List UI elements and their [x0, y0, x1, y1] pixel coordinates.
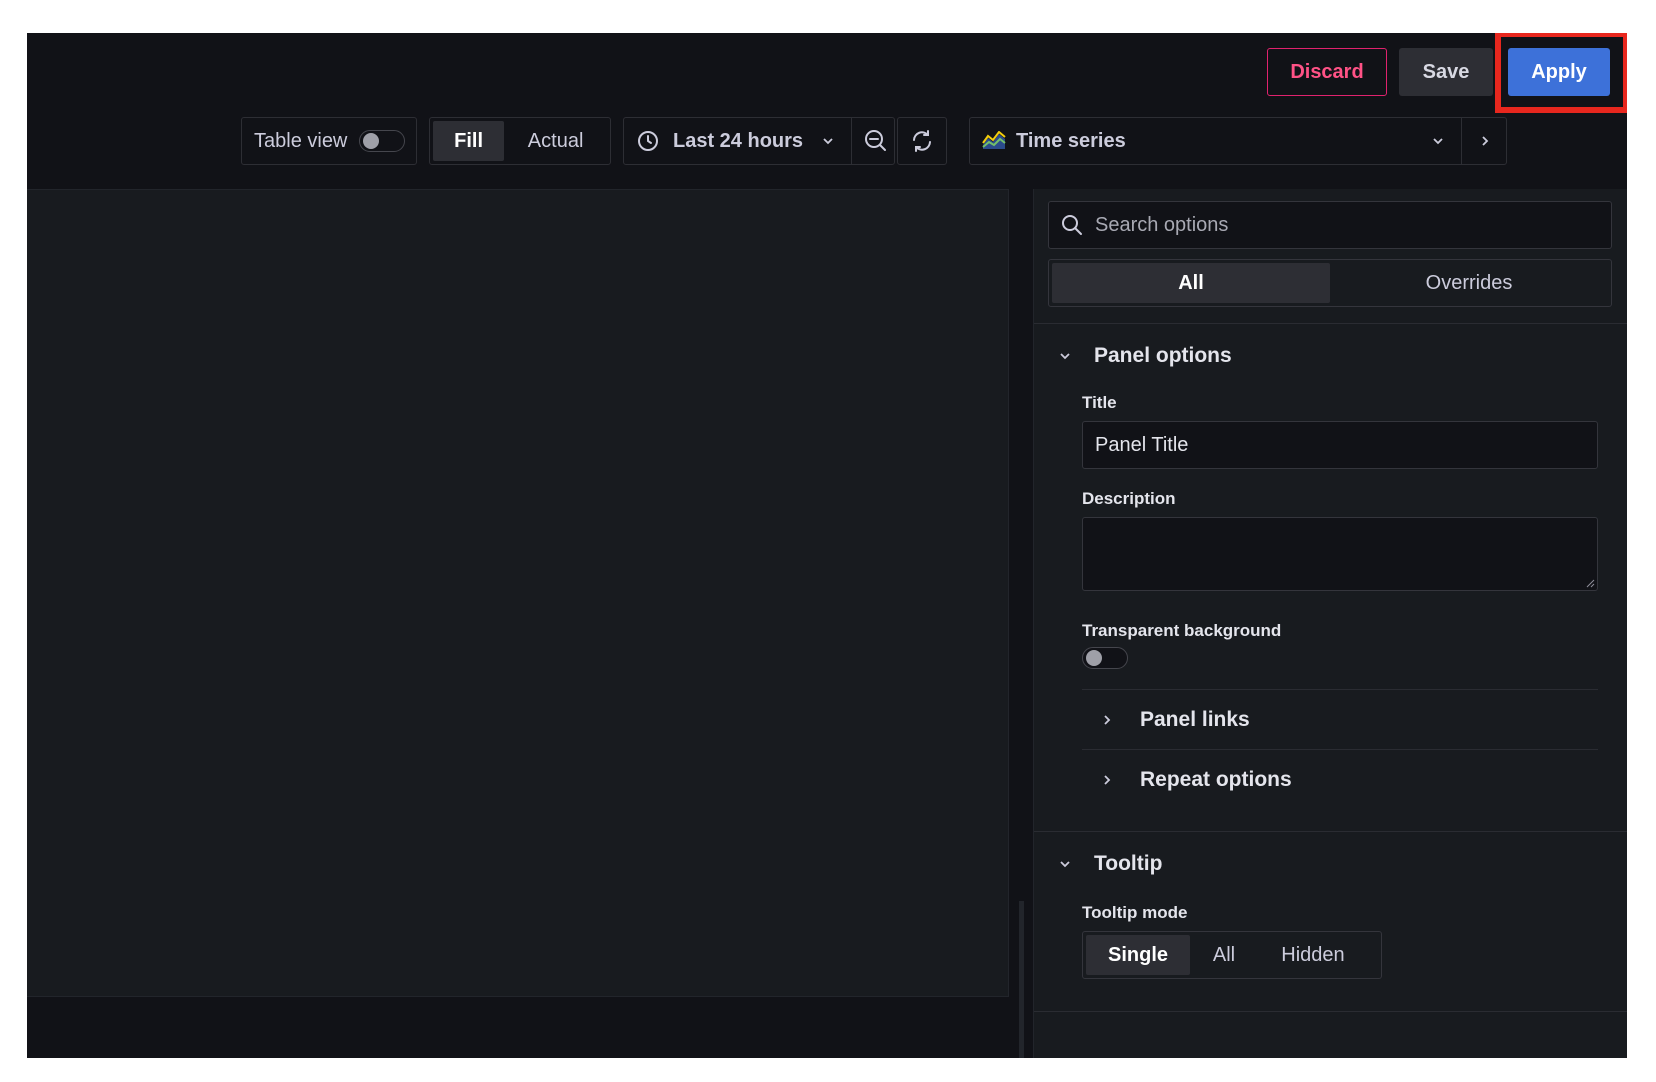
tooltip-title: Tooltip: [1094, 852, 1163, 875]
divider: [1461, 118, 1462, 164]
actual-option[interactable]: Actual: [504, 121, 607, 161]
repeat-options-label: Repeat options: [1140, 767, 1292, 791]
chevron-right-icon: [1100, 713, 1114, 727]
discard-button[interactable]: Discard: [1267, 48, 1387, 96]
divider: [1034, 1011, 1627, 1012]
tooltip-mode-single[interactable]: Single: [1086, 935, 1190, 975]
time-series-icon: [982, 131, 1006, 151]
pane-splitter[interactable]: [1019, 901, 1024, 1058]
repeat-options-row[interactable]: Repeat options: [1082, 749, 1598, 809]
chevron-down-icon: [1431, 134, 1445, 148]
transparent-background-label: Transparent background: [1082, 621, 1282, 640]
clock-icon: [637, 130, 659, 152]
apply-button[interactable]: Apply: [1508, 48, 1610, 96]
visualization-label: Time series: [1016, 129, 1126, 152]
fill-option[interactable]: Fill: [433, 121, 505, 161]
panel-preview: [27, 189, 1009, 997]
tooltip-mode-all[interactable]: All: [1190, 935, 1258, 975]
chevron-right-icon: [1100, 773, 1114, 787]
chevron-right-icon[interactable]: [1478, 134, 1492, 148]
tab-all[interactable]: All: [1052, 263, 1330, 303]
title-value: Panel Title: [1095, 433, 1189, 456]
divider: [1034, 831, 1627, 832]
time-range-label: Last 24 hours: [673, 129, 804, 152]
table-view-toggle[interactable]: Table view: [241, 117, 417, 165]
chevron-down-icon: [821, 134, 835, 148]
description-textarea[interactable]: [1082, 517, 1598, 591]
tooltip-mode-hidden[interactable]: Hidden: [1258, 935, 1368, 975]
fill-actual-group: Fill Actual: [429, 117, 611, 165]
panel-links-row[interactable]: Panel links: [1082, 689, 1598, 749]
transparent-background-switch[interactable]: [1082, 647, 1128, 669]
chevron-down-icon: [1058, 349, 1072, 363]
panel-options-header[interactable]: Panel options: [1058, 339, 1232, 373]
options-tabs: All Overrides: [1048, 259, 1612, 307]
search-icon: [1061, 214, 1083, 236]
panel-links-label: Panel links: [1140, 707, 1250, 731]
refresh-button[interactable]: [897, 117, 947, 165]
zoom-out-icon[interactable]: [864, 129, 888, 153]
description-label: Description: [1082, 489, 1176, 508]
panel-editor: Discard Save Apply Table view Fill Actua…: [27, 33, 1627, 1058]
search-options-input[interactable]: [1093, 212, 1577, 238]
table-view-label: Table view: [254, 129, 348, 152]
divider: [1034, 323, 1627, 324]
tooltip-mode-group: Single All Hidden: [1082, 931, 1382, 979]
save-button[interactable]: Save: [1399, 48, 1493, 96]
title-input[interactable]: Panel Title: [1082, 421, 1598, 469]
options-pane: All Overrides Panel options Title Panel …: [1033, 189, 1627, 1058]
chevron-down-icon: [1058, 857, 1072, 871]
title-label: Title: [1082, 393, 1117, 412]
refresh-icon: [910, 129, 934, 153]
resize-grip-icon[interactable]: [1585, 578, 1595, 588]
search-options-field[interactable]: [1048, 201, 1612, 249]
tooltip-mode-label: Tooltip mode: [1082, 903, 1188, 922]
visualization-picker[interactable]: Time series: [969, 117, 1507, 165]
panel-options-title: Panel options: [1094, 344, 1232, 367]
tab-overrides[interactable]: Overrides: [1330, 263, 1608, 303]
table-view-switch[interactable]: [359, 130, 406, 152]
divider: [851, 118, 853, 164]
time-range-picker[interactable]: Last 24 hours: [623, 117, 895, 165]
tooltip-header[interactable]: Tooltip: [1058, 847, 1162, 881]
